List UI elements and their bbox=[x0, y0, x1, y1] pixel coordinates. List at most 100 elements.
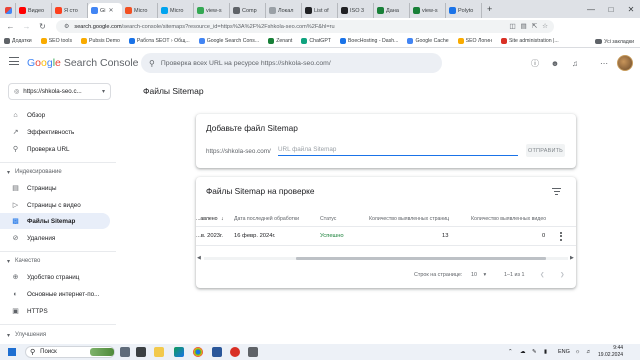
next-page-icon[interactable]: ❯ bbox=[560, 272, 565, 278]
bookmark-item[interactable]: Додатки bbox=[4, 38, 32, 44]
bookmark-item[interactable]: SEO tools bbox=[40, 38, 72, 44]
divider bbox=[0, 251, 116, 252]
tab-gmail-icon[interactable] bbox=[2, 3, 16, 18]
nav-removals[interactable]: ⊘ Удаления bbox=[0, 230, 110, 246]
settings-people-icon[interactable]: ☻ bbox=[549, 57, 561, 69]
new-tab-button[interactable]: + bbox=[487, 4, 492, 14]
menu-icon[interactable] bbox=[9, 57, 19, 67]
file-explorer-icon[interactable] bbox=[154, 347, 164, 357]
submit-sitemap-button[interactable]: ОТПРАВИТЬ bbox=[526, 144, 565, 157]
filter-icon[interactable] bbox=[552, 188, 561, 196]
notifications-icon[interactable]: ♫ bbox=[569, 57, 581, 69]
url-inspection-search[interactable]: ⚲ Проверка всех URL на ресурсе https://s… bbox=[141, 53, 442, 73]
browser-tab[interactable]: Micro bbox=[158, 3, 194, 18]
all-bookmarks[interactable]: Усі закладки bbox=[595, 35, 634, 48]
pen-icon[interactable]: ✎ bbox=[532, 344, 537, 360]
column-last-read[interactable]: Дата последней обработки bbox=[234, 216, 299, 222]
bookmark-item[interactable]: Google Cache bbox=[407, 38, 449, 44]
translate-icon[interactable]: ◫ bbox=[509, 22, 515, 30]
browser-tab[interactable]: Polyto bbox=[446, 3, 482, 18]
bookmark-item[interactable]: ChatGPT bbox=[301, 38, 331, 44]
address-bar[interactable]: ⚙ search.google.com /search-console/site… bbox=[56, 20, 554, 33]
word-icon[interactable] bbox=[212, 347, 222, 357]
browser-tab[interactable]: ISO 3 bbox=[338, 3, 374, 18]
account-avatar[interactable] bbox=[617, 55, 633, 71]
scroll-right-icon[interactable]: ▶ bbox=[570, 255, 574, 261]
browser-tab[interactable]: Comp bbox=[230, 3, 266, 18]
column-status[interactable]: Статус bbox=[320, 216, 336, 222]
section-improvements[interactable]: ▾ Улучшения bbox=[0, 329, 110, 341]
chrome-icon[interactable] bbox=[193, 347, 203, 357]
section-indexing[interactable]: ▾ Индексирование bbox=[0, 166, 110, 178]
close-tab-icon[interactable]: ✕ bbox=[109, 7, 114, 14]
browser-tab[interactable]: view-s bbox=[194, 3, 230, 18]
bookmark-item[interactable]: Zenant bbox=[268, 38, 292, 44]
nav-core-web-vitals[interactable]: ◐ Основные интернет-по... bbox=[0, 286, 110, 302]
opera-icon[interactable] bbox=[230, 347, 240, 357]
sitemap-url-input[interactable] bbox=[278, 143, 518, 156]
nav-sitemaps[interactable]: ▩ Файлы Sitemap bbox=[0, 213, 110, 229]
forward-icon[interactable]: → bbox=[21, 21, 32, 32]
bookmark-item[interactable]: SEO Логин bbox=[457, 38, 492, 44]
help-icon[interactable]: ⓘ bbox=[529, 57, 541, 69]
cloud-icon[interactable]: ☁ bbox=[520, 344, 526, 360]
bookmark-item[interactable]: BoecHosting - Dash... bbox=[339, 38, 398, 44]
minimize-icon[interactable]: — bbox=[582, 0, 600, 18]
apps-grid-icon[interactable]: ⋯ bbox=[598, 57, 610, 69]
share-icon[interactable]: ⇱ bbox=[532, 22, 537, 30]
browser-tab[interactable]: Видео bbox=[16, 3, 52, 18]
nav-video-pages[interactable]: ▷ Страницы с видео bbox=[0, 197, 110, 213]
nav-label: HTTPS bbox=[27, 307, 48, 315]
maximize-icon[interactable]: □ bbox=[602, 0, 620, 18]
widgets-icon[interactable] bbox=[136, 347, 146, 357]
volume-icon[interactable]: ♬ bbox=[586, 344, 592, 360]
task-view-icon[interactable] bbox=[120, 347, 130, 357]
language-indicator[interactable]: ENG bbox=[558, 344, 570, 360]
edge-icon[interactable] bbox=[174, 347, 184, 357]
section-quality[interactable]: ▾ Качество bbox=[0, 255, 110, 267]
browser-tab[interactable]: Micro bbox=[122, 3, 158, 18]
nav-performance[interactable]: ↗ Эффективность bbox=[0, 124, 110, 140]
tray-chevron-icon[interactable]: ⌃ bbox=[508, 344, 513, 360]
browser-tab[interactable]: Локал bbox=[266, 3, 302, 18]
bookmark-star-icon[interactable]: ☆ bbox=[542, 22, 548, 30]
column-discovered-videos[interactable]: Количество выявленных видео bbox=[471, 216, 546, 222]
reload-icon[interactable]: ↻ bbox=[37, 21, 48, 32]
horizontal-scrollbar[interactable]: ◀ ▶ bbox=[196, 255, 576, 262]
nav-pages[interactable]: ▤ Страницы bbox=[0, 180, 110, 196]
close-window-icon[interactable]: ✕ bbox=[622, 0, 640, 18]
scroll-thumb[interactable] bbox=[296, 257, 546, 260]
scroll-left-icon[interactable]: ◀ bbox=[197, 255, 201, 261]
rows-per-page-select[interactable]: 10 ▾ bbox=[471, 272, 486, 278]
back-icon[interactable]: ← bbox=[5, 21, 16, 32]
column-discovered-pages[interactable]: Количество выявленных страниц bbox=[369, 216, 449, 222]
browser-tab[interactable]: List of bbox=[302, 3, 338, 18]
prev-page-icon[interactable]: ❮ bbox=[540, 272, 545, 278]
bookmark-item[interactable]: Google Search Cons... bbox=[198, 38, 259, 44]
battery-icon[interactable]: ▮ bbox=[544, 344, 547, 360]
nav-url-inspection[interactable]: ⚲ Проверка URL bbox=[0, 141, 110, 157]
nav-overview[interactable]: ⌂ Обзор bbox=[0, 107, 110, 123]
bookmark-item[interactable]: Работа SEOT › Общ... bbox=[128, 38, 190, 44]
taskbar-search[interactable]: ⚲ Поиск bbox=[25, 346, 115, 358]
wifi-icon[interactable]: ☼ bbox=[575, 344, 580, 360]
column-submitted[interactable]: ...авлено ↓ bbox=[196, 216, 224, 222]
search-console-logo[interactable]: Google Search Console bbox=[27, 57, 139, 69]
bookmark-item[interactable]: Site administration |... bbox=[500, 38, 559, 44]
browser-tab[interactable]: Дана bbox=[374, 3, 410, 18]
property-selector[interactable]: ◎ https://shkola-seo.c... ▾ bbox=[8, 83, 111, 100]
nav-label: Страницы с видео bbox=[27, 201, 81, 209]
system-clock[interactable]: 9:44 19.02.2024 bbox=[598, 345, 623, 358]
browser-tab[interactable]: view-s bbox=[410, 3, 446, 18]
browser-tab[interactable]: Gi ✕ bbox=[88, 3, 122, 18]
vs-code-icon[interactable] bbox=[248, 347, 258, 357]
table-row[interactable]: ...в. 2023г. 16 февр. 2024г. Успешно 13 … bbox=[196, 226, 576, 246]
nav-https[interactable]: ▣ HTTPS bbox=[0, 303, 110, 319]
bookmark-item[interactable]: Pubsis Demo bbox=[81, 38, 120, 44]
row-more-icon[interactable] bbox=[559, 232, 563, 242]
site-info-icon[interactable]: ⚙ bbox=[64, 23, 69, 30]
install-icon[interactable]: ▤ bbox=[521, 22, 527, 30]
nav-page-experience[interactable]: ⊕ Удобство страниц bbox=[0, 269, 110, 285]
windows-start-icon[interactable] bbox=[8, 348, 16, 356]
browser-tab[interactable]: Я сто bbox=[52, 3, 88, 18]
